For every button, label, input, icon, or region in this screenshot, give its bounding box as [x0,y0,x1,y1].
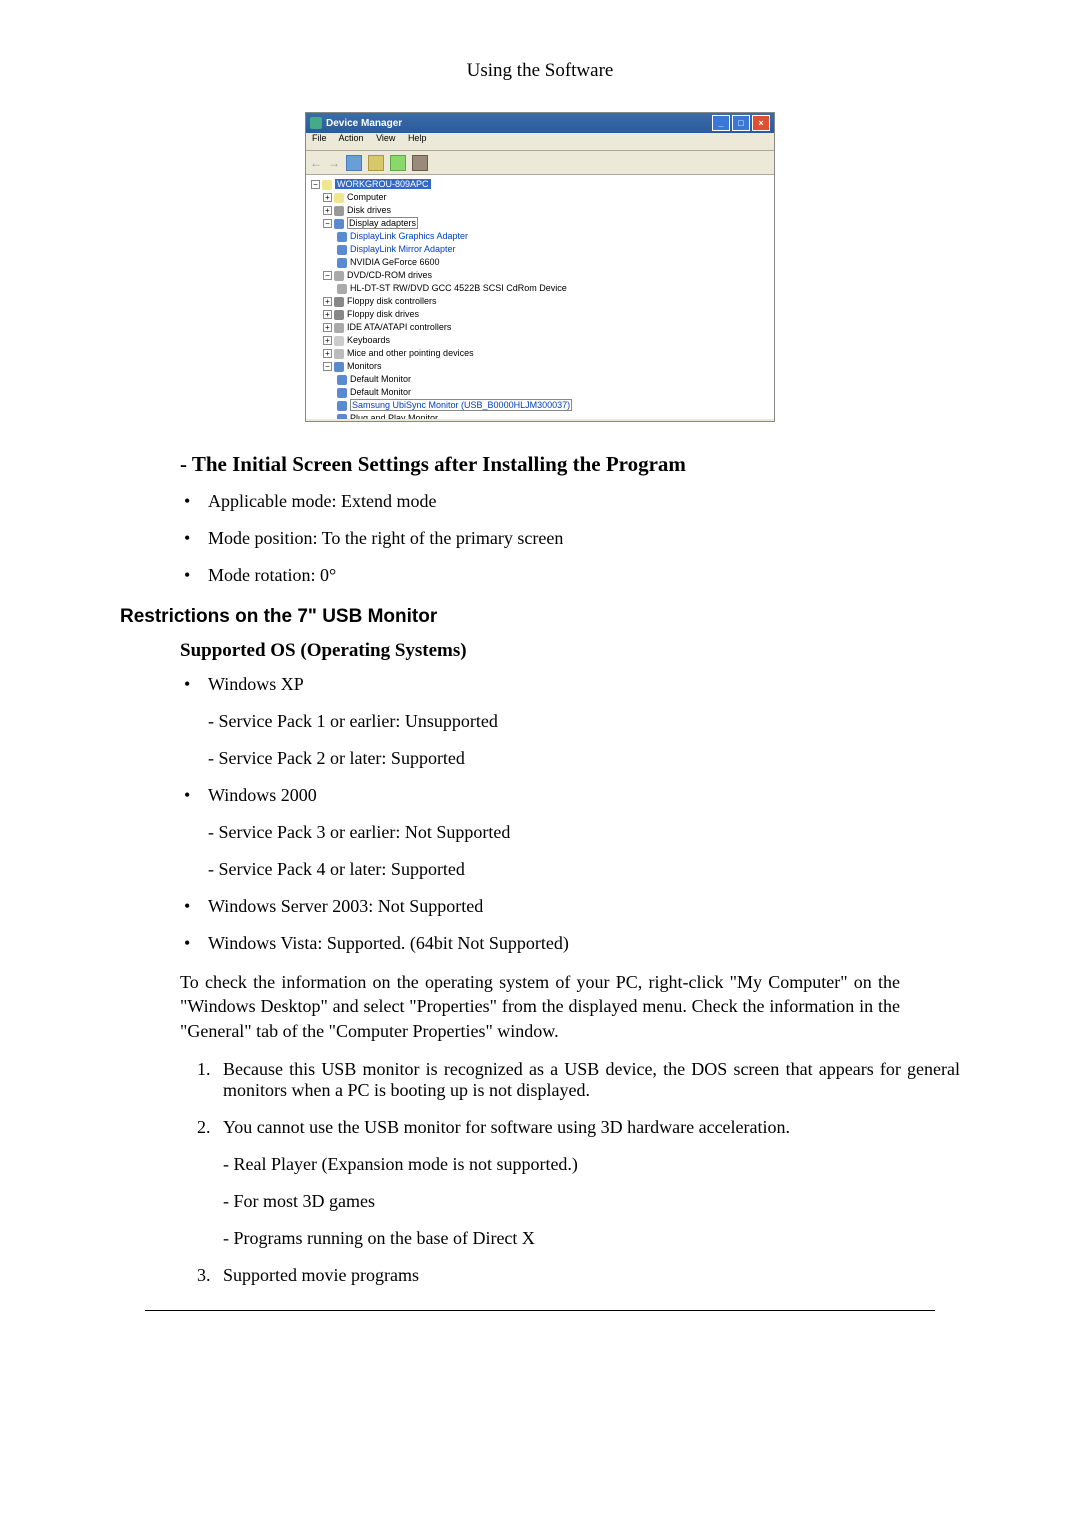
note-2-sub3: - Programs running on the base of Direct… [223,1228,960,1249]
mon-item-2: Samsung UbiSync Monitor (USB_B0000HLJM30… [309,399,771,412]
menu-action: Action [339,133,364,143]
note-2: You cannot use the USB monitor for softw… [215,1117,960,1249]
os-2000-sp3: - Service Pack 3 or earlier: Not Support… [208,822,960,843]
heading-supported-os: Supported OS (Operating Systems) [180,640,960,662]
menu-file: File [312,133,327,143]
mon-item-3: Plug and Play Monitor [309,412,771,419]
node-ide: +IDE ATA/ATAPI controllers [309,321,771,334]
os-xp: Windows XP - Service Pack 1 or earlier: … [180,674,960,769]
maximize-icon: □ [732,115,750,131]
da-item-2: NVIDIA GeForce 6600 [309,256,771,269]
node-floppy-ctrl: +Floppy disk controllers [309,295,771,308]
app-icon [310,117,322,129]
device-tree: −WORKGROU-809APC +Computer +Disk drives … [306,175,774,419]
close-icon: × [752,115,770,131]
back-icon: ← [310,156,322,170]
tree-root: −WORKGROU-809APC [309,178,771,191]
heading-restrictions: Restrictions on the 7" USB Monitor [120,606,960,628]
os-xp-sp2: - Service Pack 2 or later: Supported [208,748,960,769]
numbered-notes: Because this USB monitor is recognized a… [215,1059,960,1286]
toolbar-icon-3 [390,155,406,171]
mon-item-0: Default Monitor [309,373,771,386]
bullet-rotation: Mode rotation: 0° [180,565,960,586]
minimize-icon: _ [712,115,730,131]
os-vista: Windows Vista: Supported. (64bit Not Sup… [180,933,960,954]
bullet-mode: Applicable mode: Extend mode [180,491,960,512]
window-title: Device Manager [326,118,402,129]
node-dvd: −DVD/CD-ROM drives [309,269,771,282]
os-server2003: Windows Server 2003: Not Supported [180,896,960,917]
page-header: Using the Software [120,60,960,82]
node-display-adapters: −Display adapters [309,217,771,230]
note-2-sub1: - Real Player (Expansion mode is not sup… [223,1154,960,1175]
node-disk: +Disk drives [309,204,771,217]
device-manager-screenshot: Device Manager _ □ × File Action View He… [305,112,775,422]
os-2000: Windows 2000 - Service Pack 3 or earlier… [180,785,960,880]
da-item-1: DisplayLink Mirror Adapter [309,243,771,256]
note-3: Supported movie programs [215,1265,960,1286]
toolbar-icon-4 [412,155,428,171]
node-mice: +Mice and other pointing devices [309,347,771,360]
heading-initial-settings: - The Initial Screen Settings after Inst… [180,452,960,477]
menu-view: View [376,133,395,143]
node-monitors: −Monitors [309,360,771,373]
fwd-icon: → [328,156,340,170]
toolbar-icon-1 [346,155,362,171]
os-xp-sp1: - Service Pack 1 or earlier: Unsupported [208,711,960,732]
toolbar-icon-2 [368,155,384,171]
node-floppy-drv: +Floppy disk drives [309,308,771,321]
footer-rule [145,1310,935,1311]
note-1: Because this USB monitor is recognized a… [215,1059,960,1101]
da-item-0: DisplayLink Graphics Adapter [309,230,771,243]
check-os-paragraph: To check the information on the operatin… [180,970,900,1043]
bullet-position: Mode position: To the right of the prima… [180,528,960,549]
menubar: File Action View Help [306,133,774,151]
mon-item-1: Default Monitor [309,386,771,399]
os-2000-sp4: - Service Pack 4 or later: Supported [208,859,960,880]
menu-help: Help [408,133,427,143]
note-2-sub2: - For most 3D games [223,1191,960,1212]
node-computer: +Computer [309,191,771,204]
os-list: Windows XP - Service Pack 1 or earlier: … [180,674,960,954]
node-keyboards: +Keyboards [309,334,771,347]
titlebar: Device Manager _ □ × [306,113,774,133]
toolbar: ← → [306,151,774,175]
dvd-item: HL-DT-ST RW/DVD GCC 4522B SCSI CdRom Dev… [309,282,771,295]
initial-settings-list: Applicable mode: Extend mode Mode positi… [180,491,960,586]
